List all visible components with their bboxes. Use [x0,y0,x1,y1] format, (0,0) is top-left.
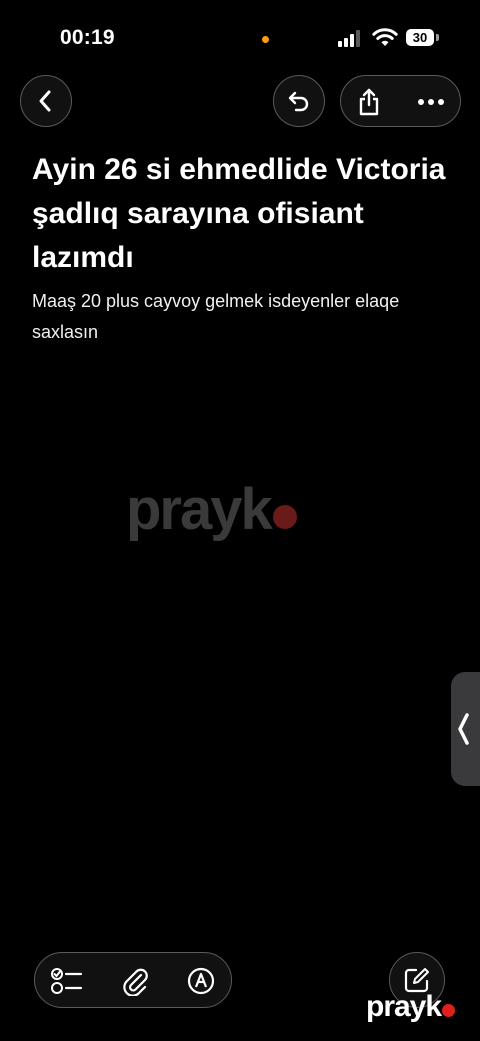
note-actions-pill [340,75,461,127]
note-title[interactable]: Ayin 26 si ehmedlide Victoria şadlıq sar… [32,148,452,280]
watermark-corner-logo: prayk [366,990,456,1024]
side-drawer-handle[interactable] [451,672,480,786]
attach-button[interactable] [117,963,153,999]
status-time: 00:19 [60,26,115,49]
checklist-icon [51,968,83,994]
status-bar: 00:19 30 [0,0,480,70]
markup-button[interactable] [183,963,219,999]
recording-indicator-dot [262,36,269,43]
chevron-left-icon [458,713,469,745]
more-options-button[interactable] [411,84,451,120]
watermark-logo: prayk [126,476,297,543]
bottom-toolbar [34,952,232,1008]
undo-icon [288,91,309,112]
watermark-corner-dot [442,1003,456,1017]
watermark-dot [272,504,297,529]
checklist-button[interactable] [49,963,85,999]
ellipsis-icon [418,99,444,105]
share-button[interactable] [351,84,387,120]
signal-icon [338,30,360,47]
note-body[interactable]: Maaş 20 plus cayvoy gelmek isdeyenler el… [32,286,452,348]
wifi-icon [372,28,398,46]
back-button[interactable] [20,75,72,127]
watermark-corner-text: prayk [366,990,442,1023]
watermark-text: prayk [126,477,273,542]
markup-pen-icon [187,967,215,995]
undo-button[interactable] [273,75,325,127]
chevron-left-icon [39,90,51,112]
paperclip-icon [123,968,148,996]
battery-indicator: 30 [406,29,439,46]
share-icon [359,88,379,116]
